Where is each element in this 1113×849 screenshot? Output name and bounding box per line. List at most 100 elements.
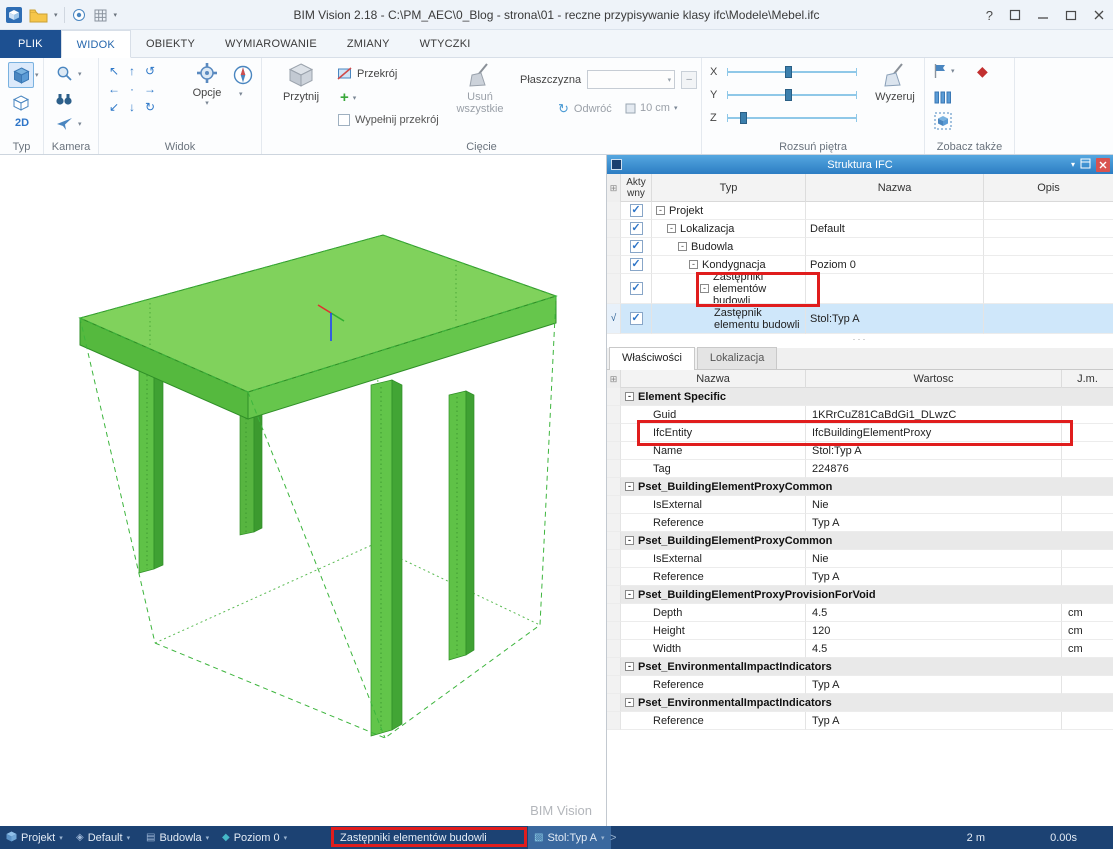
rotate-down-button[interactable]: ↓ [123,98,141,116]
panel-splitter[interactable]: ··· [607,334,1113,348]
view-3d-button[interactable] [8,62,34,88]
tree-row-lokalizacja[interactable]: ✓ -Lokalizacja Default [607,220,1113,238]
wypelnij-checkbox[interactable]: Wypełnij przekrój [338,114,439,126]
toolbar-caret-icon[interactable]: ▾ [114,11,118,19]
flags-button[interactable]: ▾ [933,63,955,79]
przytnij-button[interactable]: Przytnij [275,62,327,103]
add-section-button[interactable]: + ▾ [340,90,356,105]
active-checkbox[interactable]: ✓ [630,222,643,235]
plaszczyzna-select[interactable]: ▾ [587,70,675,89]
rotate-up-button[interactable]: ↑ [123,62,141,80]
tab-plik[interactable]: PLIK [0,30,61,58]
active-checkbox[interactable]: ✓ [630,204,643,217]
prop-group-row[interactable]: -Pset_BuildingElementProxyCommon [607,532,1113,550]
step-distance-dropdown[interactable]: 10 cm ▾ [625,102,677,114]
close-button[interactable] [1093,9,1105,21]
target-icon[interactable] [71,7,87,23]
flight-camera-icon[interactable] [54,113,74,133]
prop-column-nazwa[interactable]: Nazwa [621,370,806,388]
prop-row-guid[interactable]: Guid1KRrCuZ81CaBdGi1_DLwzC [607,406,1113,424]
usun-wszystkie-button[interactable]: Usuń wszystkie [450,62,510,115]
prop-row-reference[interactable]: ReferenceTyp A [607,712,1113,730]
prop-row-ifcentity[interactable]: IfcEntityIfcBuildingElementProxy [607,424,1113,442]
compass-caret-icon[interactable]: ▾ [239,90,243,98]
prop-group-row[interactable]: -Pset_BuildingElementProxyCommon [607,478,1113,496]
tree-row-zastepnik-selected[interactable]: √ ✓ Zastępnik elementu budowli Stol:Typ … [607,304,1113,334]
tab-obiekty[interactable]: OBIEKTY [131,30,210,58]
flight-caret-icon[interactable]: ▾ [78,120,82,128]
status-item-stol-selected[interactable]: ▧ Stol:Typ A▾ [528,826,611,849]
panel-dock-icon[interactable] [1080,158,1091,172]
open-file-caret-icon[interactable]: ▾ [54,11,58,19]
status-item-default[interactable]: ◈ Default▾ [76,826,130,849]
plane-size-button[interactable]: – [681,71,697,89]
model-viewport[interactable]: BIM Vision [0,155,607,826]
explode-z-slider[interactable] [727,117,857,119]
rotate-right-button[interactable]: → [141,80,159,98]
prop-row-depth[interactable]: Depth4.5cm [607,604,1113,622]
slider-y-handle[interactable] [785,89,792,101]
prop-column-jm[interactable]: J.m. [1062,370,1113,388]
prop-row-height[interactable]: Height120cm [607,622,1113,640]
minimize-button[interactable] [1037,9,1049,21]
tree-row-budowla[interactable]: ✓ -Budowla [607,238,1113,256]
collapse-icon[interactable]: - [656,206,665,215]
column-header-nazwa[interactable]: Nazwa [806,174,984,202]
rotate-center-button[interactable]: · [123,80,141,98]
tab-wymiarowanie[interactable]: WYMIAROWANIE [210,30,332,58]
prop-row-reference[interactable]: ReferenceTyp A [607,514,1113,532]
rotate-ccw-button[interactable]: ↺ [141,62,159,80]
open-file-button[interactable] [29,8,48,23]
compass-icon[interactable] [232,64,254,86]
active-checkbox[interactable]: ✓ [630,312,643,325]
tree-row-projekt[interactable]: ✓ -Projekt [607,202,1113,220]
explode-x-slider[interactable] [727,71,857,73]
status-item-zastepniki[interactable]: Zastępniki elementów budowli [340,826,487,849]
status-item-budowla[interactable]: ▤ Budowla▾ [146,826,209,849]
binoculars-icon[interactable] [54,89,74,109]
prop-group-row[interactable]: -Pset_EnvironmentalImpactIndicators [607,658,1113,676]
prop-group-row[interactable]: -Element Specific [607,388,1113,406]
view-wireframe-button[interactable] [10,92,32,114]
prop-row-reference[interactable]: ReferenceTyp A [607,676,1113,694]
maximize-button[interactable] [1065,9,1077,21]
active-checkbox[interactable]: ✓ [630,258,643,271]
grid-icon[interactable] [93,8,108,23]
checkbox-icon[interactable] [338,114,350,126]
prop-row-reference[interactable]: ReferenceTyp A [607,568,1113,586]
view-3d-caret-icon[interactable]: ▾ [35,71,39,79]
prop-row-width[interactable]: Width4.5cm [607,640,1113,658]
tree-row-kondygnacja[interactable]: ✓ -Kondygnacja Poziom 0 [607,256,1113,274]
rotate-left-button[interactable]: ← [105,80,123,98]
active-checkbox[interactable]: ✓ [630,240,643,253]
selection-box-icon[interactable] [933,111,953,131]
slider-z-handle[interactable] [740,112,747,124]
slider-x-handle[interactable] [785,66,792,78]
prop-row-isexternal[interactable]: IsExternalNie [607,550,1113,568]
panel-close-button[interactable] [1096,158,1110,172]
panel-menu-caret-icon[interactable]: ▾ [1071,160,1075,169]
rotate-up-left-button[interactable]: ↖ [105,62,123,80]
status-item-projekt[interactable]: Projekt▾ [6,826,63,849]
column-header-aktywny[interactable]: Aktywny [621,174,652,202]
column-header-opis[interactable]: Opis [984,174,1113,202]
tab-lokalizacja[interactable]: Lokalizacja [697,347,777,369]
explode-y-slider[interactable] [727,94,857,96]
prop-row-tag[interactable]: Tag224876 [607,460,1113,478]
collap se-icon[interactable]: - [667,224,676,233]
status-item-poziom[interactable]: ◆ Poziom 0▾ [222,826,287,849]
collapse-icon[interactable]: - [678,242,687,251]
compare-icon[interactable]: ◆ [977,64,988,78]
columns-icon[interactable] [933,88,953,106]
prop-group-row[interactable]: -Pset_EnvironmentalImpactIndicators [607,694,1113,712]
opcje-button[interactable]: Opcje ▾ [185,62,229,107]
collapse-icon[interactable]: - [700,284,709,293]
tab-widok[interactable]: WIDOK [61,30,131,58]
odwroc-button[interactable]: ↻ Odwróć [558,102,612,115]
przekroj-toggle[interactable]: Przekrój [337,66,397,81]
collapse-icon[interactable]: - [689,260,698,269]
prop-row-name[interactable]: NameStol:Typ A [607,442,1113,460]
opcje-caret-icon[interactable]: ▾ [185,99,229,107]
zoom-caret-icon[interactable]: ▾ [78,70,82,78]
prop-group-row[interactable]: -Pset_BuildingElementProxyProvisionForVo… [607,586,1113,604]
